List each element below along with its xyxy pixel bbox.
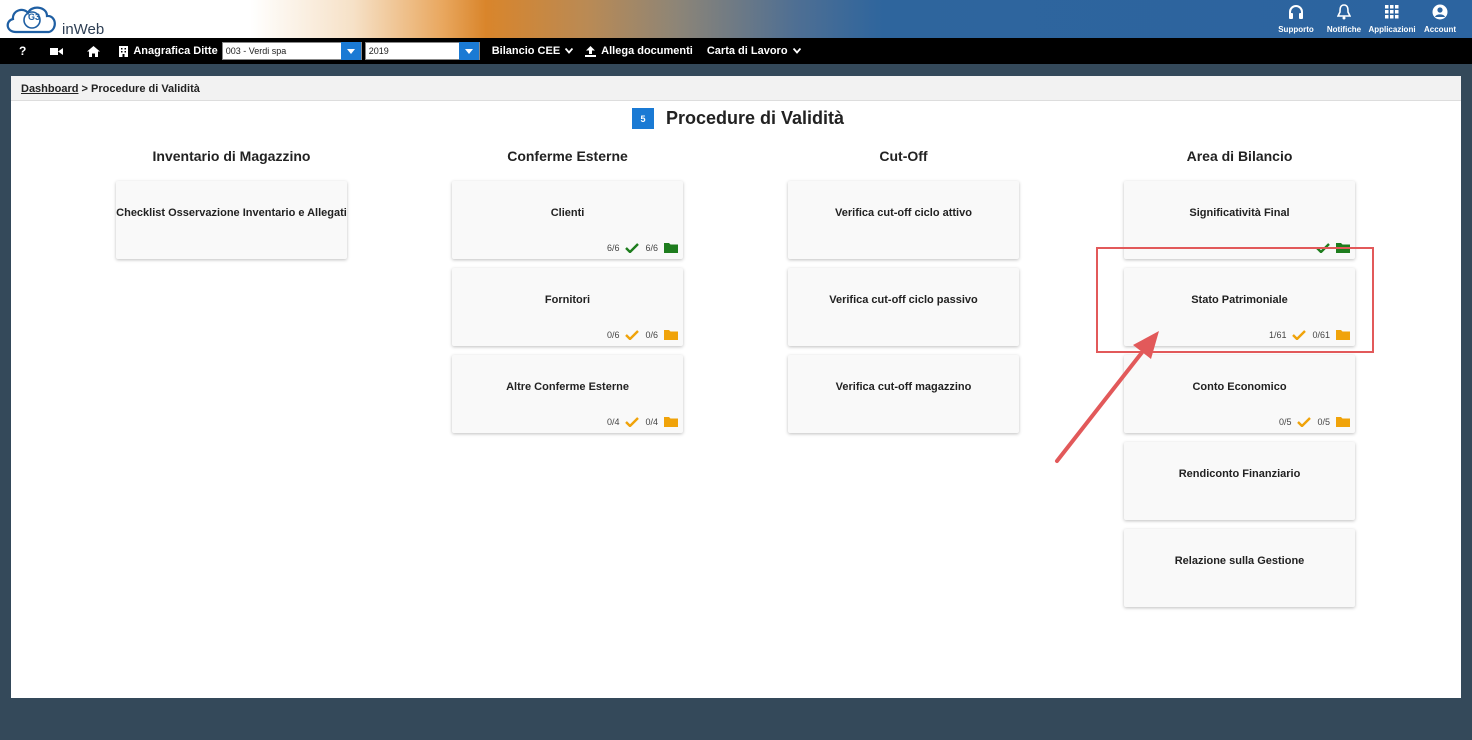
year-select-toggle[interactable] bbox=[458, 42, 479, 60]
card-title: Checklist Osservazione Inventario e Alle… bbox=[116, 207, 347, 219]
account-label: Account bbox=[1424, 25, 1456, 34]
annotation-highlight-box bbox=[1096, 247, 1374, 353]
card-title: Clienti bbox=[550, 207, 585, 219]
column-title-conferme-esterne: Conferme Esterne bbox=[507, 148, 628, 164]
card-title: Verifica cut-off ciclo attivo bbox=[835, 207, 972, 219]
breadcrumb-current: Procedure di Validità bbox=[91, 83, 200, 95]
folder-icon[interactable] bbox=[664, 416, 678, 427]
building-icon bbox=[119, 45, 129, 57]
completed-count: 6/6 bbox=[606, 242, 620, 253]
notifiche-button[interactable]: Notifiche bbox=[1320, 2, 1368, 36]
card-cut-off-magazzino[interactable]: Verifica cut-off magazzino bbox=[788, 355, 1019, 433]
card-altre-conferme-esterne[interactable]: Altre Conferme Esterne 0/4 0/4 bbox=[452, 355, 683, 433]
breadcrumb: Dashboard > Procedure di Validità bbox=[11, 76, 1461, 101]
card-title: Fornitori bbox=[544, 294, 591, 306]
documents-count: 0/5 bbox=[1317, 416, 1330, 427]
card-checklist-inventario[interactable]: Checklist Osservazione Inventario e Alle… bbox=[116, 181, 347, 259]
logo-text: inWeb bbox=[62, 21, 105, 38]
top-header: G3 inWeb Supporto Notifiche Applicazioni bbox=[0, 0, 1472, 38]
caret-down-icon bbox=[464, 48, 473, 54]
page-title-text: Procedure di Validità bbox=[666, 108, 845, 128]
card-cut-off-ciclo-passivo[interactable]: Verifica cut-off ciclo passivo bbox=[788, 268, 1019, 346]
company-select-toggle[interactable] bbox=[340, 42, 361, 60]
bilancio-cee-menu[interactable]: Bilancio CEE bbox=[491, 45, 574, 57]
card-relazione-sulla-gestione[interactable]: Relazione sulla Gestione bbox=[1124, 529, 1355, 607]
card-stats: 0/6 0/6 bbox=[607, 329, 678, 340]
bell-icon bbox=[1337, 2, 1351, 22]
completed-count: 0/4 bbox=[606, 416, 620, 427]
account-button[interactable]: Account bbox=[1416, 2, 1464, 36]
card-cut-off-ciclo-attivo[interactable]: Verifica cut-off ciclo attivo bbox=[788, 181, 1019, 259]
carta-di-lavoro-menu[interactable]: Carta di Lavoro bbox=[707, 45, 801, 57]
carta-di-lavoro-label: Carta di Lavoro bbox=[706, 45, 788, 57]
count-badge: 5 bbox=[632, 108, 654, 129]
main-panel: Dashboard > Procedure di Validità 5 Proc… bbox=[11, 76, 1461, 698]
applicazioni-label: Applicazioni bbox=[1368, 25, 1416, 34]
year-select-value: 2019 bbox=[368, 46, 389, 56]
anagrafica-ditte-label: Anagrafica Ditte bbox=[133, 45, 218, 57]
breadcrumb-dashboard-link[interactable]: Dashboard bbox=[21, 83, 78, 95]
card-title: Altre Conferme Esterne bbox=[506, 381, 629, 393]
card-title: Verifica cut-off ciclo passivo bbox=[829, 294, 978, 306]
column-title-area-bilancio: Area di Bilancio bbox=[1186, 148, 1293, 164]
card-stats: 6/6 6/6 bbox=[607, 242, 678, 253]
card-rendiconto-finanziario[interactable]: Rendiconto Finanziario bbox=[1124, 442, 1355, 520]
card-stats: 0/5 0/5 bbox=[1279, 416, 1350, 427]
chevron-down-icon bbox=[792, 48, 801, 54]
breadcrumb-separator: > bbox=[81, 83, 88, 95]
main-menubar: ? Anagrafica Ditte 003 - Verdi spa 2019 … bbox=[0, 38, 1472, 64]
year-select[interactable]: 2019 bbox=[364, 42, 480, 60]
allega-documenti-label: Allega documenti bbox=[601, 45, 693, 57]
column-title-cut-off: Cut-Off bbox=[879, 148, 928, 164]
card-title: Significatività Final bbox=[1189, 207, 1290, 219]
upload-icon bbox=[585, 45, 597, 57]
folder-icon[interactable] bbox=[664, 329, 678, 340]
completed-count: 0/6 bbox=[606, 329, 620, 340]
bilancio-cee-label: Bilancio CEE bbox=[491, 45, 561, 57]
logo-mark: G3 bbox=[28, 12, 41, 22]
page-title: 5 Procedure di Validità bbox=[632, 108, 844, 129]
column-title-inventario: Inventario di Magazzino bbox=[152, 148, 311, 164]
completed-count: 0/5 bbox=[1278, 416, 1292, 427]
documents-count: 0/6 bbox=[645, 329, 658, 340]
check-icon bbox=[625, 416, 640, 427]
folder-icon[interactable] bbox=[664, 242, 678, 253]
user-circle-icon bbox=[1432, 2, 1448, 22]
card-clienti[interactable]: Clienti 6/6 6/6 bbox=[452, 181, 683, 259]
card-conto-economico[interactable]: Conto Economico 0/5 0/5 bbox=[1124, 355, 1355, 433]
card-title: Verifica cut-off magazzino bbox=[835, 381, 972, 393]
check-icon bbox=[625, 242, 640, 253]
card-title: Conto Economico bbox=[1192, 381, 1287, 393]
help-icon: ? bbox=[19, 44, 27, 58]
top-icon-bar: Supporto Notifiche Applicazioni Account bbox=[1272, 2, 1464, 36]
company-select-value: 003 - Verdi spa bbox=[225, 46, 287, 56]
grid-icon bbox=[1385, 2, 1399, 22]
documents-count: 6/6 bbox=[645, 242, 658, 253]
help-button[interactable]: ? bbox=[19, 44, 26, 58]
video-button[interactable] bbox=[50, 47, 64, 56]
headset-icon bbox=[1288, 2, 1304, 22]
card-fornitori[interactable]: Fornitori 0/6 0/6 bbox=[452, 268, 683, 346]
app-logo[interactable]: G3 inWeb bbox=[4, 2, 114, 38]
notifiche-label: Notifiche bbox=[1326, 25, 1362, 34]
check-icon bbox=[625, 329, 640, 340]
allega-documenti-button[interactable]: Allega documenti bbox=[585, 45, 693, 57]
folder-icon[interactable] bbox=[1336, 416, 1350, 427]
applicazioni-button[interactable]: Applicazioni bbox=[1368, 2, 1416, 36]
company-select[interactable]: 003 - Verdi spa bbox=[221, 42, 362, 60]
supporto-button[interactable]: Supporto bbox=[1272, 2, 1320, 36]
check-icon bbox=[1297, 416, 1312, 427]
card-stats: 0/4 0/4 bbox=[607, 416, 678, 427]
card-title: Relazione sulla Gestione bbox=[1174, 555, 1305, 567]
anagrafica-ditte-menu[interactable]: Anagrafica Ditte bbox=[119, 45, 218, 57]
home-icon bbox=[87, 45, 101, 57]
card-title: Rendiconto Finanziario bbox=[1178, 468, 1301, 480]
caret-down-icon bbox=[346, 48, 355, 54]
chevron-down-icon bbox=[565, 48, 574, 54]
supporto-label: Supporto bbox=[1278, 25, 1314, 34]
video-camera-icon bbox=[50, 47, 64, 55]
home-button[interactable] bbox=[87, 45, 101, 57]
documents-count: 0/4 bbox=[645, 416, 658, 427]
